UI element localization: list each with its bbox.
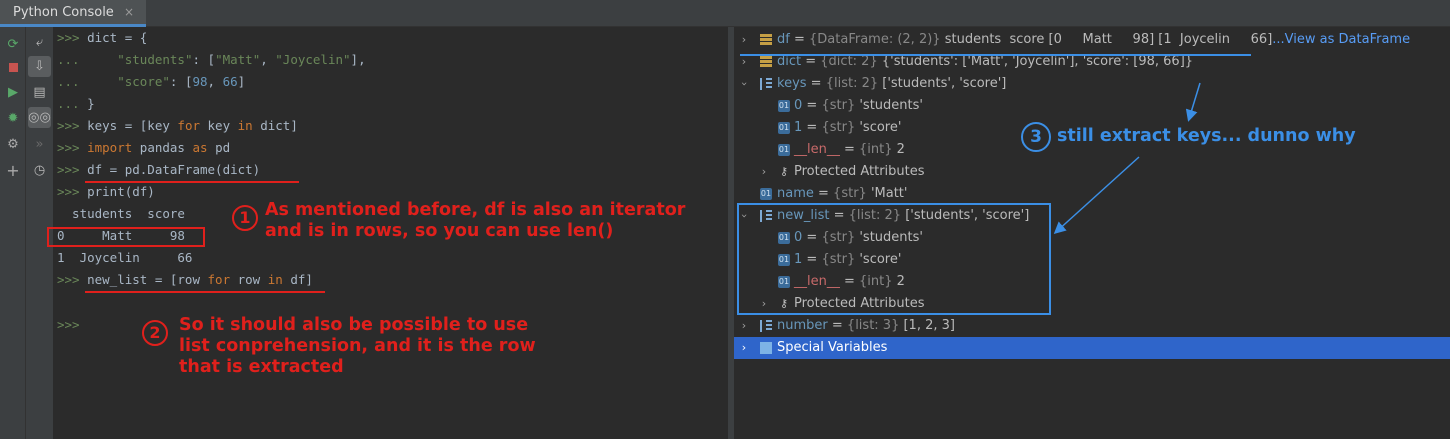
rerun-icon[interactable]: ⟳: [0, 35, 26, 55]
console-output[interactable]: >>> dict = { ... "students": ["Matt", "J…: [47, 27, 728, 439]
console-line: >>> new_list = [row for row in df]: [57, 272, 313, 287]
run-icon[interactable]: ▶: [0, 83, 26, 103]
tab-bar: Python Console ×: [0, 0, 1450, 27]
console-line: >>> print(df): [57, 184, 155, 199]
print-icon[interactable]: ▤: [28, 82, 51, 103]
annotation-1-badge: 1: [232, 205, 258, 231]
arrow-to-new-list: [1053, 156, 1140, 235]
console-line: ... "students": ["Matt", "Joycelin"],: [57, 52, 366, 67]
console-line: >>> df = pd.DataFrame(dict): [57, 162, 261, 177]
add-icon[interactable]: +: [0, 161, 26, 181]
console-output-line: students score: [57, 206, 185, 221]
console-line: ... }: [57, 96, 95, 111]
annotation-box-row0: [47, 227, 205, 247]
annotation-2-line3: that is extracted: [179, 357, 344, 377]
close-icon[interactable]: ×: [124, 5, 134, 19]
stop-icon[interactable]: [0, 59, 26, 79]
tab-python-console[interactable]: Python Console ×: [0, 0, 146, 27]
settings-icon[interactable]: ⚙: [0, 135, 26, 155]
tab-title: Python Console: [13, 5, 114, 20]
history-icon[interactable]: ◷: [28, 160, 51, 181]
console-input-line[interactable]: >>>: [57, 314, 80, 336]
console-line: >>> keys = [key for key in dict]: [57, 118, 298, 133]
console-line: ... "score": [98, 66]: [57, 74, 246, 89]
annotation-underline: [85, 291, 325, 293]
annotation-2-line2: list conprehension, and it is the row: [179, 336, 536, 356]
console-line: >>> dict = {: [57, 30, 148, 45]
soft-wrap-icon[interactable]: ⤶: [28, 32, 51, 53]
python-console-window: Python Console × ⟳ ▶ ✹ ⚙ + ⤶ ⇩ ▤ ◎◎ » ◷ …: [0, 0, 1450, 439]
annotation-2-badge: 2: [142, 320, 168, 346]
execute-icon[interactable]: »: [28, 134, 51, 155]
console-output-line: 1 Joycelin 66: [57, 250, 193, 265]
annotation-1-line2: and is in rows, so you can use len(): [265, 221, 614, 241]
annotation-arrows: [1053, 82, 1201, 235]
console-toolbar: ⟳ ▶ ✹ ⚙ +: [0, 27, 26, 439]
scroll-to-end-icon[interactable]: ⇩: [28, 56, 51, 77]
debug-icon[interactable]: ✹: [0, 109, 26, 129]
show-variables-icon[interactable]: ◎◎: [28, 107, 51, 128]
arrow-to-annotation-3: [1185, 82, 1201, 122]
console-line: >>> import pandas as pd: [57, 140, 231, 155]
variables-panel: › df = {DataFrame: (2, 2)} students scor…: [734, 27, 1450, 439]
annotation-underline: [85, 181, 299, 183]
annotation-1-line1: As mentioned before, df is also an itera…: [265, 200, 686, 220]
annotation-2-line1: So it should also be possible to use: [179, 315, 529, 335]
